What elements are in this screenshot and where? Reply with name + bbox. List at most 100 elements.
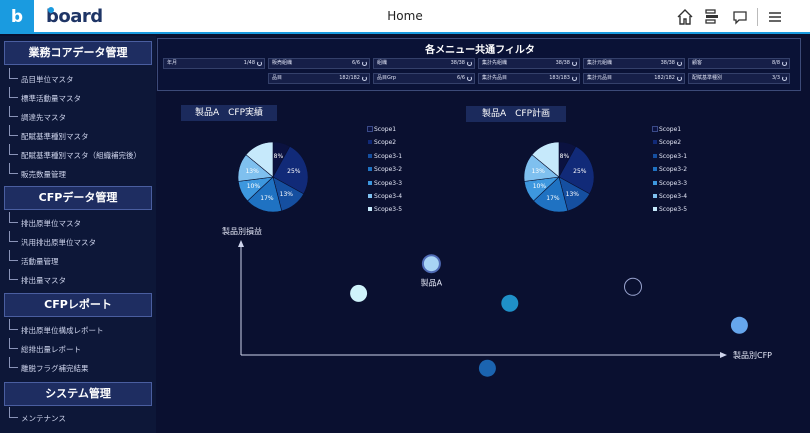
legend-swatch bbox=[367, 126, 373, 132]
filter-count: 38/38 bbox=[450, 60, 465, 66]
filter-dropdown[interactable]: 組織 38/38 bbox=[373, 58, 475, 69]
sidebar-item[interactable]: 排出原単位マスタ bbox=[9, 212, 81, 229]
legend-label: Scope3-3 bbox=[374, 179, 403, 187]
sidebar-item[interactable]: 排出原単位構成レポート bbox=[9, 319, 104, 336]
sidebar-item[interactable]: 活動量管理 bbox=[9, 250, 59, 267]
refresh-icon[interactable] bbox=[257, 61, 262, 66]
filter-count: 182/182 bbox=[654, 75, 675, 81]
legend-swatch bbox=[653, 180, 657, 185]
x-axis-arrow bbox=[720, 352, 727, 358]
sidebar-item[interactable]: メンテナンス bbox=[9, 407, 66, 424]
legend-entry[interactable]: Scope3-2 bbox=[368, 166, 402, 173]
refresh-icon[interactable] bbox=[572, 76, 577, 81]
legend-entry[interactable]: Scope3-1 bbox=[368, 153, 402, 160]
logo-tile[interactable]: b bbox=[0, 0, 34, 34]
filter-label: 配賦基準種別 bbox=[692, 75, 723, 81]
pie-slice-label: 10% bbox=[247, 183, 261, 190]
legend-entry[interactable]: Scope3-2 bbox=[653, 166, 687, 173]
sidebar: 業務コアデータ管理 品目単位マスタ 標準活動量マスタ 調達先マスタ 配賦基準種別… bbox=[0, 36, 156, 433]
filter-dropdown[interactable]: 年月 1/48 bbox=[163, 58, 265, 69]
scatter-point[interactable] bbox=[624, 277, 642, 296]
refresh-icon[interactable] bbox=[362, 61, 367, 66]
scatter-point[interactable] bbox=[350, 284, 368, 302]
sidebar-item[interactable]: 調達先マスタ bbox=[9, 106, 66, 123]
legend-entry[interactable]: Scope2 bbox=[368, 139, 396, 146]
sidebar-section-cfp-report[interactable]: CFPレポート bbox=[4, 293, 152, 317]
filter-dropdown[interactable]: 集計先品目 183/183 bbox=[478, 73, 580, 84]
scatter-point[interactable] bbox=[501, 294, 519, 312]
legend-label: Scope3-4 bbox=[374, 193, 403, 200]
filter-dropdown[interactable]: 集計元組織 38/38 bbox=[583, 58, 685, 69]
legend-label: Scope3-1 bbox=[374, 152, 403, 160]
filter-label: 集計先品目 bbox=[482, 75, 508, 81]
filter-dropdown[interactable]: 配賦基準種別 3/3 bbox=[688, 73, 790, 84]
legend-entry[interactable]: Scope3-4 bbox=[368, 193, 402, 200]
filter-count: 3/3 bbox=[771, 75, 780, 81]
chart-title-plan: 製品A CFP計画 bbox=[466, 106, 566, 122]
sidebar-item[interactable]: 総排出量レポート bbox=[9, 338, 81, 355]
pie-slice-label: 17% bbox=[260, 195, 274, 202]
bubble-chart: 製品A bbox=[238, 240, 748, 377]
home-icon[interactable] bbox=[676, 8, 694, 26]
filter-dropdown[interactable]: 販売組織 6/6 bbox=[268, 58, 370, 69]
sidebar-item[interactable]: 配賦基準種別マスタ bbox=[9, 125, 89, 142]
refresh-icon[interactable] bbox=[677, 76, 682, 81]
filter-label: 組織 bbox=[377, 60, 388, 66]
legend-plan: Scope1 Scope2 Scope3-1 Scope3-2 Scope3-3 Scop… bbox=[652, 126, 713, 216]
scatter-point[interactable] bbox=[421, 254, 441, 274]
legend-entry[interactable]: Scope3-1 bbox=[653, 153, 687, 160]
pie-slice-label: 25% bbox=[573, 168, 587, 175]
filter-dropdown[interactable]: 顧客 8/8 bbox=[688, 58, 790, 69]
sidebar-item[interactable]: 販売数量管理 bbox=[9, 163, 66, 180]
sidebar-section-system[interactable]: システム管理 bbox=[4, 382, 152, 406]
legend-swatch bbox=[653, 153, 657, 158]
sidebar-item[interactable]: 品目単位マスタ bbox=[9, 68, 74, 85]
filter-dropdown[interactable]: 品目Grp 6/6 bbox=[373, 73, 475, 84]
menu-icon[interactable] bbox=[766, 8, 784, 26]
sidebar-item[interactable]: 排出量マスタ bbox=[9, 269, 66, 286]
legend-label: Scope3-2 bbox=[374, 166, 403, 174]
chart-title-actual: 製品A CFP実績 bbox=[181, 105, 277, 121]
refresh-icon[interactable] bbox=[782, 76, 787, 81]
refresh-icon[interactable] bbox=[467, 76, 472, 81]
filter-dropdown[interactable]: 集計先組織 38/38 bbox=[478, 58, 580, 69]
logo-text: board bbox=[46, 6, 103, 27]
sidebar-item[interactable]: 標準活動量マスタ bbox=[9, 87, 81, 104]
scatter-point[interactable] bbox=[478, 359, 496, 377]
legend-label: Scope3-3 bbox=[659, 179, 688, 187]
legend-entry[interactable]: Scope3-5 bbox=[368, 206, 402, 213]
refresh-icon[interactable] bbox=[467, 61, 472, 66]
scatter-point[interactable] bbox=[730, 316, 748, 334]
sidebar-item[interactable]: 離脱フラグ補完結果 bbox=[9, 357, 89, 374]
sidebar-section-core-data[interactable]: 業務コアデータ管理 bbox=[4, 41, 152, 65]
refresh-icon[interactable] bbox=[362, 76, 367, 81]
legend-swatch bbox=[653, 207, 657, 212]
y-axis-label: 製品別損益 bbox=[222, 227, 262, 236]
refresh-icon[interactable] bbox=[782, 61, 787, 66]
legend-entry[interactable]: Scope1 bbox=[652, 126, 681, 133]
legend-entry[interactable]: Scope3-3 bbox=[368, 180, 402, 187]
filter-count: 38/38 bbox=[660, 60, 675, 66]
filter-count: 182/182 bbox=[339, 75, 360, 81]
logo-dot bbox=[48, 7, 54, 13]
scatter-point-label: 製品A bbox=[421, 278, 443, 288]
chat-icon[interactable] bbox=[731, 8, 749, 26]
refresh-icon[interactable] bbox=[572, 61, 577, 66]
pie-slice-label: 25% bbox=[287, 168, 301, 175]
legend-entry[interactable]: Scope1 bbox=[367, 126, 396, 133]
sidebar-section-cfp-data[interactable]: CFPデータ管理 bbox=[4, 186, 152, 210]
layout-icon[interactable] bbox=[703, 8, 721, 26]
sidebar-item[interactable]: 配賦基準種別マスタ（組織補完後） bbox=[9, 144, 141, 161]
filter-count: 183/183 bbox=[549, 75, 570, 81]
filter-dropdown[interactable]: 集計元品目 182/182 bbox=[583, 73, 685, 84]
legend-label: Scope3-5 bbox=[374, 206, 403, 214]
filter-dropdown[interactable]: 品目 182/182 bbox=[268, 73, 370, 84]
legend-entry[interactable]: Scope3-5 bbox=[653, 206, 687, 213]
legend-entry[interactable]: Scope3-3 bbox=[653, 180, 687, 187]
sidebar-item[interactable]: 汎用排出原単位マスタ bbox=[9, 231, 96, 248]
filter-count: 6/6 bbox=[456, 75, 465, 81]
legend-swatch bbox=[652, 126, 658, 132]
legend-entry[interactable]: Scope2 bbox=[653, 139, 681, 146]
legend-entry[interactable]: Scope3-4 bbox=[653, 193, 687, 200]
refresh-icon[interactable] bbox=[677, 61, 682, 66]
